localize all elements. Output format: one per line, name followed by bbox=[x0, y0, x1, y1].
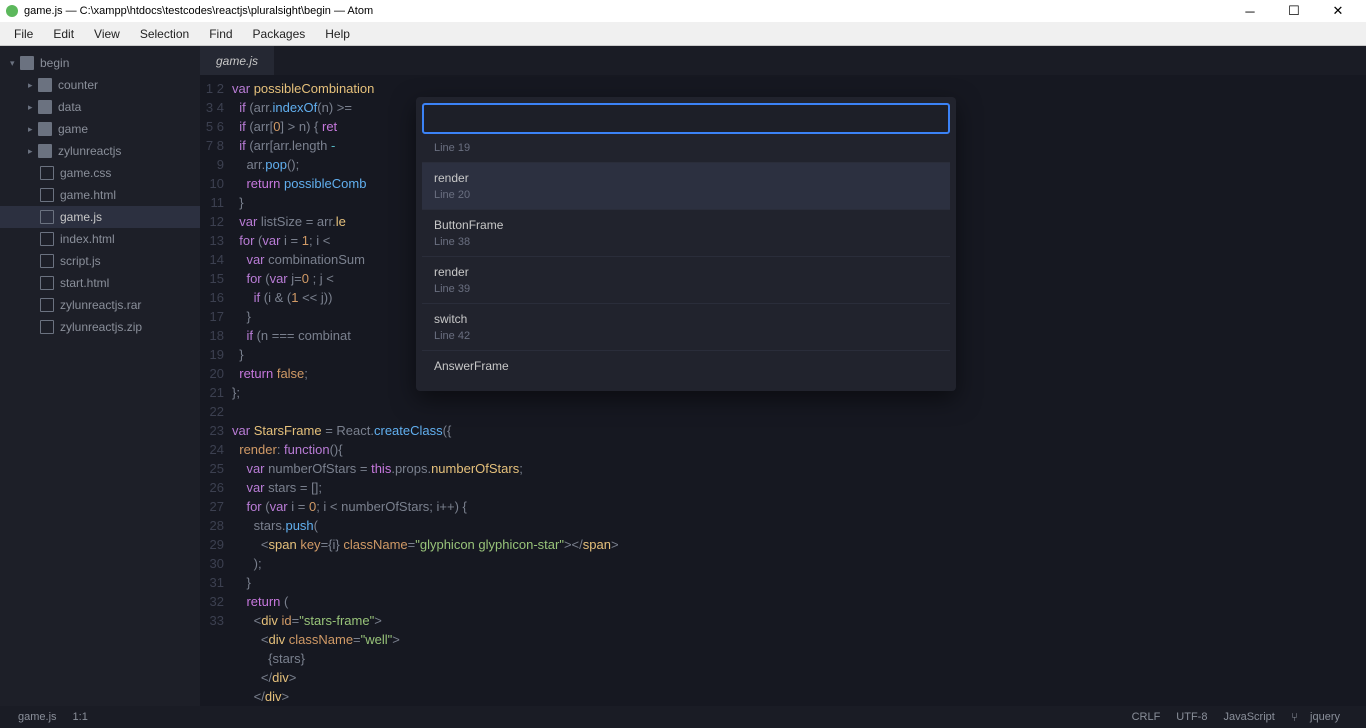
titlebar: game.js — C:\xampp\htdocs\testcodes\reac… bbox=[0, 0, 1366, 22]
tree-root[interactable]: ▾ begin bbox=[0, 52, 200, 74]
tree-label: counter bbox=[58, 78, 98, 92]
symbol-subtitle: Line 39 bbox=[434, 283, 938, 295]
tree-label: start.html bbox=[60, 276, 109, 290]
symbol-title: switch bbox=[434, 312, 938, 326]
symbol-subtitle: Line 38 bbox=[434, 236, 938, 248]
tree-label: data bbox=[58, 100, 81, 114]
tree-file[interactable]: start.html bbox=[0, 272, 200, 294]
tree-folder-counter[interactable]: ▸ counter bbox=[0, 74, 200, 96]
tree-label: script.js bbox=[60, 254, 101, 268]
status-encoding[interactable]: UTF-8 bbox=[1176, 711, 1207, 723]
symbol-list: Line 19 render Line 20 ButtonFrame Line … bbox=[422, 140, 950, 385]
tree-label: zylunreactjs.zip bbox=[60, 320, 142, 334]
file-icon bbox=[40, 232, 54, 246]
file-icon bbox=[40, 276, 54, 290]
file-icon bbox=[40, 166, 54, 180]
file-icon bbox=[40, 254, 54, 268]
symbol-subtitle: Line 19 bbox=[434, 142, 938, 154]
symbol-subtitle: Line 20 bbox=[434, 189, 938, 201]
symbol-title: render bbox=[434, 265, 938, 279]
symbol-entry-selected[interactable]: render Line 20 bbox=[422, 162, 950, 209]
tree-label: game.html bbox=[60, 188, 116, 202]
menu-find[interactable]: Find bbox=[199, 27, 242, 41]
tabs: game.js bbox=[200, 46, 1366, 75]
minimize-button[interactable]: ─ bbox=[1228, 4, 1272, 19]
file-icon bbox=[40, 188, 54, 202]
menu-selection[interactable]: Selection bbox=[130, 27, 199, 41]
tree-file[interactable]: game.html bbox=[0, 184, 200, 206]
status-branch[interactable]: jquery bbox=[1291, 710, 1348, 724]
file-icon bbox=[40, 210, 54, 224]
folder-icon bbox=[20, 56, 34, 70]
menu-file[interactable]: File bbox=[4, 27, 43, 41]
gutter: 1 2 3 4 5 6 7 8 9 10 11 12 13 14 15 16 1… bbox=[200, 75, 232, 706]
menu-view[interactable]: View bbox=[84, 27, 130, 41]
symbol-entry[interactable]: Line 19 bbox=[422, 140, 950, 162]
folder-icon bbox=[38, 100, 52, 114]
symbol-entry[interactable]: switch Line 42 bbox=[422, 303, 950, 350]
tree-file[interactable]: zylunreactjs.zip bbox=[0, 316, 200, 338]
tree-label: zylunreactjs.rar bbox=[60, 298, 141, 312]
status-lineending[interactable]: CRLF bbox=[1132, 711, 1161, 723]
status-cursor[interactable]: 1:1 bbox=[73, 711, 88, 723]
symbol-title: ButtonFrame bbox=[434, 218, 938, 232]
tab-active[interactable]: game.js bbox=[200, 46, 274, 75]
close-button[interactable]: ✕ bbox=[1316, 3, 1360, 19]
symbol-entry[interactable]: render Line 39 bbox=[422, 256, 950, 303]
menubar: File Edit View Selection Find Packages H… bbox=[0, 22, 1366, 46]
tree-folder-data[interactable]: ▸ data bbox=[0, 96, 200, 118]
file-icon bbox=[40, 320, 54, 334]
menu-help[interactable]: Help bbox=[315, 27, 360, 41]
app-icon bbox=[6, 5, 18, 17]
tree-file[interactable]: game.css bbox=[0, 162, 200, 184]
tree-label: game.js bbox=[60, 210, 102, 224]
status-language[interactable]: JavaScript bbox=[1223, 711, 1274, 723]
symbol-title: render bbox=[434, 171, 938, 185]
tab-label: game.js bbox=[216, 54, 258, 68]
status-file[interactable]: game.js bbox=[18, 711, 57, 723]
symbol-popup: Line 19 render Line 20 ButtonFrame Line … bbox=[416, 97, 956, 391]
symbol-search-input[interactable] bbox=[422, 103, 950, 134]
tree-label: game.css bbox=[60, 166, 111, 180]
tree-file[interactable]: index.html bbox=[0, 228, 200, 250]
folder-icon bbox=[38, 78, 52, 92]
window-title: game.js — C:\xampp\htdocs\testcodes\reac… bbox=[24, 5, 373, 17]
tree-folder-zylun[interactable]: ▸ zylunreactjs bbox=[0, 140, 200, 162]
tree-label: game bbox=[58, 122, 88, 136]
folder-icon bbox=[38, 122, 52, 136]
tree-label: index.html bbox=[60, 232, 115, 246]
maximize-button[interactable]: ☐ bbox=[1272, 3, 1316, 19]
main: ▾ begin ▸ counter ▸ data ▸ game ▸ zylunr… bbox=[0, 46, 1366, 706]
tree-root-label: begin bbox=[40, 56, 69, 70]
tree-file[interactable]: zylunreactjs.rar bbox=[0, 294, 200, 316]
folder-icon bbox=[38, 144, 52, 158]
statusbar: game.js 1:1 CRLF UTF-8 JavaScript jquery bbox=[0, 706, 1366, 728]
sidebar: ▾ begin ▸ counter ▸ data ▸ game ▸ zylunr… bbox=[0, 46, 200, 706]
symbol-title: AnswerFrame bbox=[434, 359, 938, 373]
file-icon bbox=[40, 298, 54, 312]
tree-label: zylunreactjs bbox=[58, 144, 121, 158]
tree-file[interactable]: script.js bbox=[0, 250, 200, 272]
tree-file-active[interactable]: game.js bbox=[0, 206, 200, 228]
symbol-entry[interactable]: ButtonFrame Line 38 bbox=[422, 209, 950, 256]
menu-packages[interactable]: Packages bbox=[243, 27, 316, 41]
menu-edit[interactable]: Edit bbox=[43, 27, 84, 41]
tree-folder-game[interactable]: ▸ game bbox=[0, 118, 200, 140]
symbol-subtitle: Line 42 bbox=[434, 330, 938, 342]
symbol-entry[interactable]: AnswerFrame bbox=[422, 350, 950, 385]
